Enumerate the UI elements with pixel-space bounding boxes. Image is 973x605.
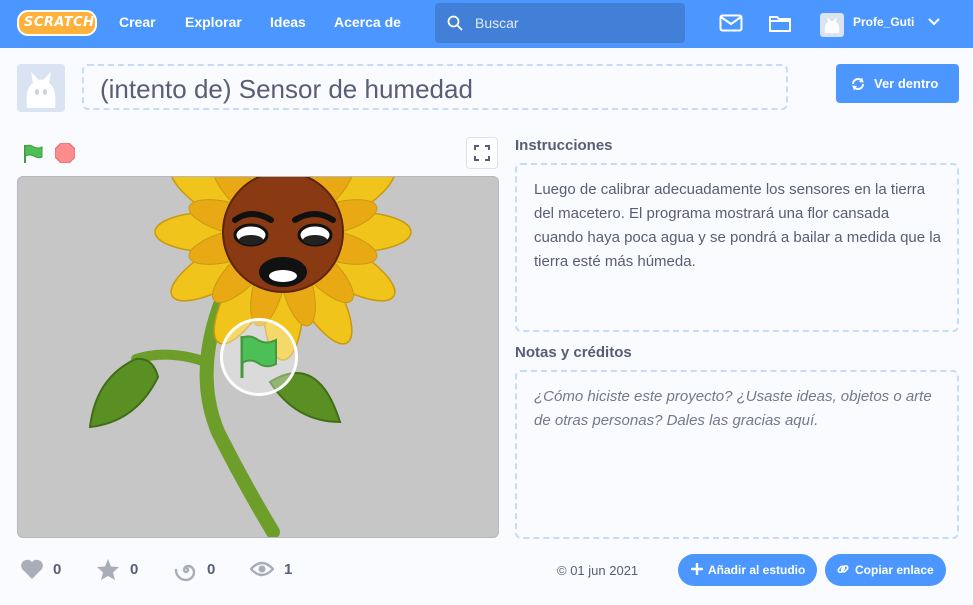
add-to-studio-button[interactable]: Añadir al estudio [678, 554, 817, 586]
start-overlay-button[interactable] [220, 318, 298, 396]
nav-ideas[interactable]: Ideas [270, 14, 306, 30]
user-avatar[interactable] [820, 13, 844, 37]
instructions-text: Luego de calibrar adecuadamente los sens… [534, 181, 941, 270]
project-stage[interactable] [17, 176, 499, 538]
project-title-field[interactable]: (intento de) Sensor de humedad [82, 64, 788, 110]
add-to-studio-label: Añadir al estudio [708, 563, 806, 577]
stop-sign-icon[interactable] [55, 143, 75, 163]
heart-icon[interactable] [20, 558, 44, 580]
search-placeholder: Buscar [475, 15, 519, 31]
messages-icon[interactable] [719, 14, 743, 32]
instructions-field[interactable]: Luego de calibrar adecuadamente los sens… [515, 163, 959, 332]
love-count: 0 [53, 561, 62, 578]
view-count: 1 [284, 561, 293, 578]
project-title: (intento de) Sensor de humedad [100, 74, 473, 104]
star-icon[interactable] [96, 558, 120, 581]
favorite-count: 0 [130, 561, 139, 578]
plus-icon [691, 563, 703, 575]
notes-placeholder: ¿Cómo hiciste este proyecto? ¿Usaste ide… [534, 388, 932, 429]
chevron-down-icon[interactable] [928, 18, 940, 26]
nav-explore[interactable]: Explorar [185, 14, 242, 30]
top-navbar: SCRATCH Crear Explorar Ideas Acerca de B… [0, 0, 973, 48]
remix-spiral-icon [174, 564, 196, 582]
green-flag-overlay-icon [240, 335, 277, 378]
search-icon [447, 15, 463, 31]
see-inside-label: Ver dentro [874, 76, 939, 91]
fullscreen-button[interactable] [466, 137, 498, 169]
eye-icon [250, 561, 274, 577]
nav-create[interactable]: Crear [119, 14, 156, 30]
share-date-value: 01 jun 2021 [570, 563, 639, 578]
copy-link-button[interactable]: Copiar enlace [825, 554, 946, 586]
scratch-logo[interactable]: SCRATCH [17, 9, 97, 37]
search-input[interactable]: Buscar [435, 3, 685, 43]
notes-heading: Notas y créditos [515, 344, 632, 361]
logo-text: SCRATCH [24, 15, 95, 30]
green-flag-icon[interactable] [22, 143, 44, 165]
fullscreen-icon [474, 145, 490, 161]
instructions-heading: Instrucciones [515, 137, 613, 154]
remix-count: 0 [207, 561, 216, 578]
username[interactable]: Profe_Guti [853, 15, 914, 29]
see-inside-button[interactable]: Ver dentro [836, 64, 959, 103]
copy-link-label: Copiar enlace [855, 563, 934, 577]
link-icon [837, 564, 849, 574]
nav-about[interactable]: Acerca de [334, 14, 401, 30]
project-author-avatar[interactable] [17, 64, 65, 112]
remix-arrows-icon [852, 77, 864, 91]
my-stuff-folder-icon[interactable] [768, 13, 792, 33]
share-date: © 01 jun 2021 [557, 563, 639, 578]
notes-field[interactable]: ¿Cómo hiciste este proyecto? ¿Usaste ide… [515, 370, 959, 539]
